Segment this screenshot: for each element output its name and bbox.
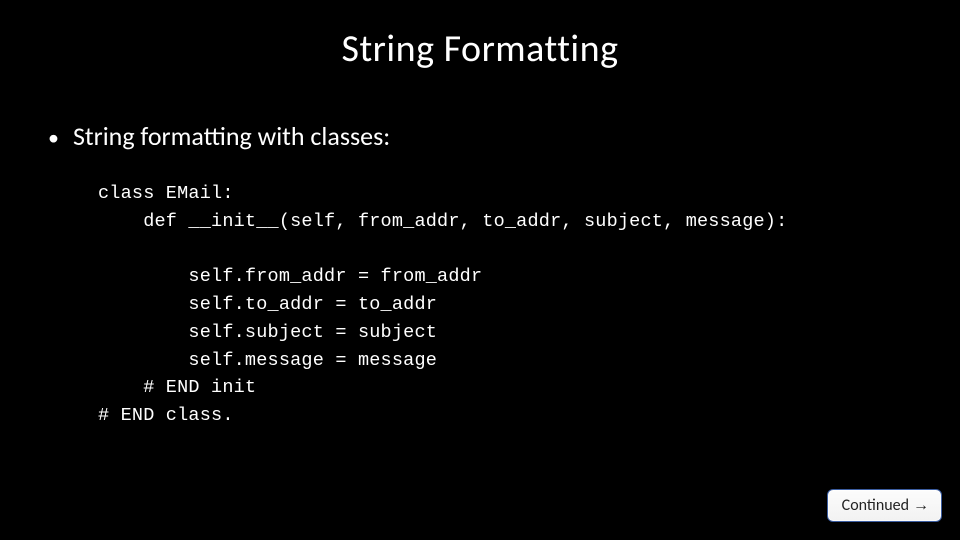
slide: String Formatting • String formatting wi… <box>0 0 960 540</box>
slide-title: String Formatting <box>40 26 920 72</box>
code-block: class EMail: def __init__(self, from_add… <box>40 180 920 430</box>
continued-button[interactable]: Continued → <box>827 489 942 522</box>
arrow-right-icon: → <box>913 497 929 515</box>
bullet-text: String formatting with classes: <box>73 120 390 152</box>
continued-label: Continued <box>842 496 909 515</box>
bullet-row: • String formatting with classes: <box>40 120 920 152</box>
bullet-marker: • <box>48 125 59 151</box>
